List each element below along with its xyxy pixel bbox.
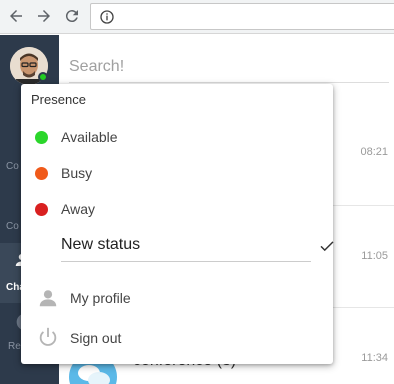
status-away-item[interactable]: Away [21, 192, 333, 226]
my-profile-item[interactable]: My profile [21, 281, 333, 315]
forward-button[interactable] [33, 5, 55, 27]
sidebar-item-contacts-label[interactable]: Co [6, 161, 19, 172]
status-label: Away [61, 201, 95, 217]
arrow-right-icon [38, 10, 50, 22]
sidebar-item-recent-label[interactable]: Re [8, 341, 21, 352]
reload-button[interactable] [61, 5, 83, 27]
back-button[interactable] [5, 5, 27, 27]
message-time: 11:34 [361, 352, 388, 364]
info-icon[interactable] [99, 9, 115, 25]
sidebar-item-conferences-label[interactable]: Co [6, 221, 19, 232]
status-available-item[interactable]: Available [21, 120, 333, 154]
power-icon [39, 327, 57, 346]
message-time: 08:21 [360, 146, 388, 158]
presence-menu: Presence Available Busy Away My profile … [21, 84, 336, 364]
status-busy-item[interactable]: Busy [21, 156, 333, 190]
menu-heading: Presence [31, 92, 86, 107]
person-icon [39, 290, 57, 307]
reload-icon [65, 10, 78, 23]
check-icon[interactable] [318, 237, 336, 255]
new-status-input[interactable] [61, 229, 311, 262]
status-dot-icon [35, 167, 48, 180]
sign-out-item[interactable]: Sign out [21, 321, 333, 355]
address-bar[interactable] [90, 3, 394, 30]
sign-out-label: Sign out [70, 330, 122, 346]
arrow-left-icon [10, 10, 22, 22]
status-label: Busy [61, 165, 93, 181]
status-dot-icon [35, 131, 48, 144]
search-input[interactable] [69, 51, 389, 83]
status-dot-icon [35, 203, 48, 216]
presence-indicator [38, 72, 48, 82]
message-time: 11:05 [361, 250, 388, 262]
browser-toolbar [0, 0, 394, 34]
status-label: Available [61, 129, 118, 145]
my-profile-label: My profile [70, 290, 131, 306]
